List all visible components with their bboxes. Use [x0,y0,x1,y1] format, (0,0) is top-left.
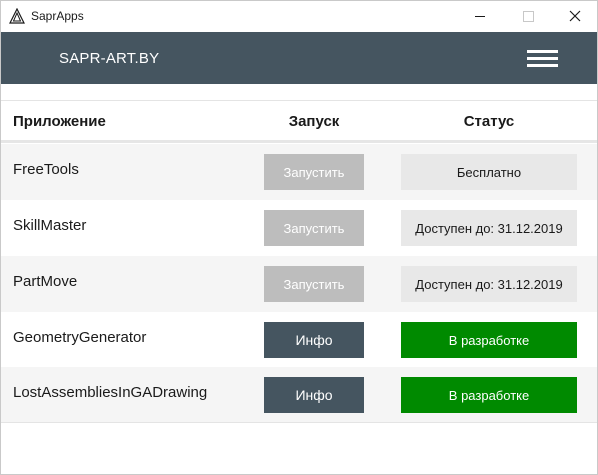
header-spacer [1,84,597,101]
menu-bar-line [527,64,558,67]
close-icon [569,10,581,22]
close-button[interactable] [552,1,597,31]
table-row: LostAssembliesInGADrawing Инфо В разрабо… [1,367,597,423]
title-bar: SaprApps [1,1,597,31]
status-badge: В разработке [401,322,577,358]
maximize-button[interactable] [505,1,551,31]
menu-bar-line [527,57,558,60]
maximize-icon [522,10,534,22]
hamburger-menu-icon[interactable] [527,50,559,68]
app-window: SaprApps SAPR-ART.BY Приложение Запуск С… [0,0,598,475]
table-row: FreeTools Запустить Бесплатно [1,144,597,200]
info-button[interactable]: Инфо [264,322,364,358]
minimize-icon [475,15,485,17]
info-button[interactable]: Инфо [264,377,364,413]
column-header-app: Приложение [13,113,106,130]
table-row: GeometryGenerator Инфо В разработке [1,312,597,368]
menu-bar-line [527,50,558,53]
app-name: PartMove [13,273,78,290]
table-row: PartMove Запустить Доступен до: 31.12.20… [1,256,597,312]
table-header: Приложение Запуск Статус [1,101,597,143]
status-badge: В разработке [401,377,577,413]
triangle-logo-icon [9,8,25,24]
launch-button[interactable]: Запустить [264,266,364,302]
status-badge: Доступен до: 31.12.2019 [401,210,577,246]
app-header: SAPR-ART.BY [1,32,597,84]
status-badge: Доступен до: 31.12.2019 [401,266,577,302]
app-name: GeometryGenerator [13,329,147,346]
window-title: SaprApps [31,9,84,23]
table-row: SkillMaster Запустить Доступен до: 31.12… [1,200,597,256]
app-name: FreeTools [13,161,79,178]
column-header-launch: Запуск [288,113,340,130]
table-bottom-divider [1,422,597,423]
minimize-button[interactable] [457,1,503,31]
column-header-status: Статус [463,113,515,130]
app-name: SkillMaster [13,217,87,234]
launch-button[interactable]: Запустить [264,210,364,246]
status-badge: Бесплатно [401,154,577,190]
launch-button[interactable]: Запустить [264,154,364,190]
app-name: LostAssembliesInGADrawing [13,384,208,401]
brand-link[interactable]: SAPR-ART.BY [59,50,159,67]
